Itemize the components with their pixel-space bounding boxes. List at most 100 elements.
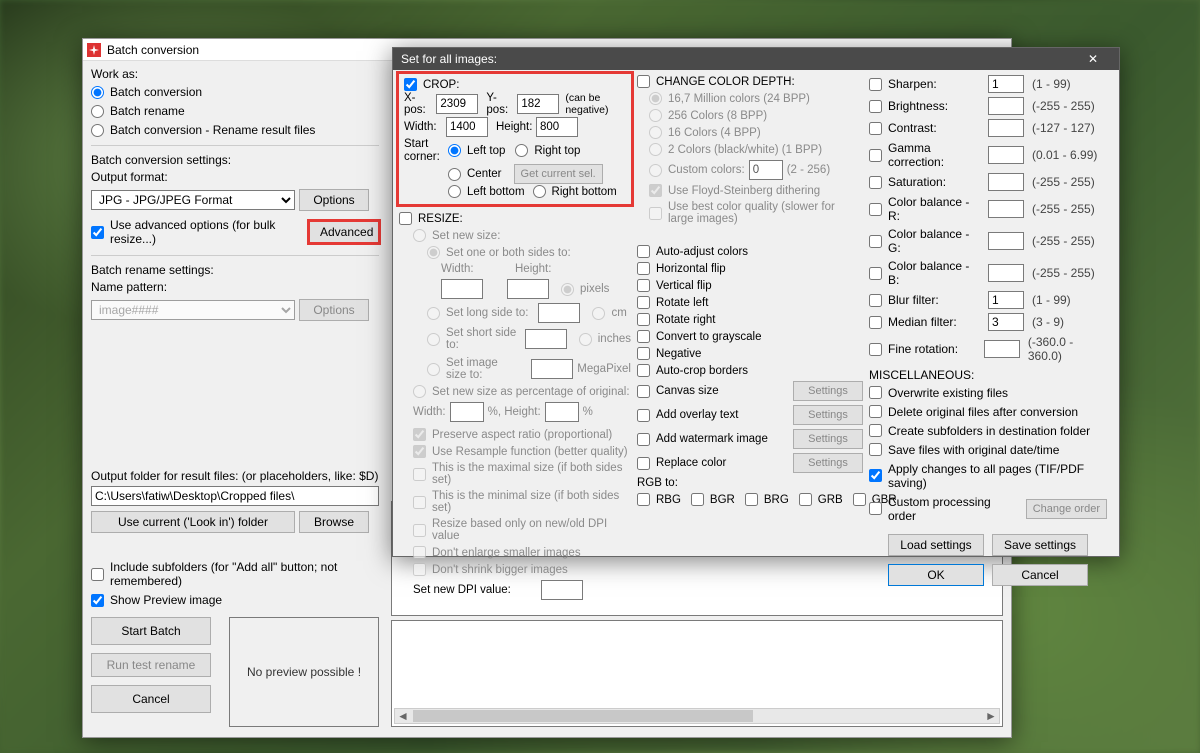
fine-input[interactable] [984,340,1020,358]
modal-titlebar[interactable]: Set for all images: ✕ [393,48,1119,70]
crop-check[interactable] [404,78,417,91]
use-advanced-check[interactable] [91,226,104,239]
cbr-input[interactable] [988,200,1024,218]
canvas-check[interactable] [637,385,650,398]
replace-check[interactable] [637,457,650,470]
vflip-check[interactable] [637,279,650,292]
autocrop-check[interactable] [637,364,650,377]
depth-16-label: 16 Colors (4 BPP) [668,127,761,139]
output-format-select[interactable]: JPG - JPG/JPEG Format [91,190,295,210]
modal-cancel-button[interactable]: Cancel [992,564,1088,586]
radio-batch-conv-rename[interactable] [91,124,104,137]
horizontal-scrollbar[interactable]: ◄ ► [394,708,1000,724]
cbg-input[interactable] [988,232,1024,250]
blur-input[interactable] [988,291,1024,309]
brg-check[interactable] [745,493,758,506]
depth-256-label: 256 Colors (8 BPP) [668,110,767,122]
saturation-input[interactable] [988,173,1024,191]
gray-check[interactable] [637,330,650,343]
hflip-check[interactable] [637,262,650,275]
grb-check[interactable] [799,493,812,506]
output-folder-label: Output folder for result files: (or plac… [91,469,379,483]
depth-24-radio [649,92,662,105]
resize-check[interactable] [399,212,412,225]
rbg-label: RBG [656,494,681,506]
blur-check[interactable] [869,294,882,307]
load-settings-button[interactable]: Load settings [888,534,984,556]
allpages-label: Apply changes to all pages (TIF/PDF savi… [888,462,1107,490]
overlay-check[interactable] [637,409,650,422]
corner-lt-label: Left top [467,145,505,157]
cbg-check[interactable] [869,235,882,248]
cbb-check[interactable] [869,267,882,280]
browse-button[interactable]: Browse [299,511,369,533]
brightness-input[interactable] [988,97,1024,115]
ypos-input[interactable] [517,94,559,114]
gray-label: Convert to grayscale [656,331,761,343]
name-pattern-select[interactable]: image#### [91,300,295,320]
watermark-check[interactable] [637,433,650,446]
corner-rb-radio[interactable] [533,185,546,198]
include-subfolders-check[interactable] [91,568,104,581]
output-folder-input[interactable] [91,486,379,506]
median-check[interactable] [869,316,882,329]
dpi-based-label: Resize based only on new/old DPI value [432,518,631,542]
depth-check[interactable] [637,75,650,88]
corner-rt-radio[interactable] [515,144,528,157]
corner-center-radio[interactable] [448,168,461,181]
subfolders-check[interactable] [869,424,882,437]
rotr-check[interactable] [637,313,650,326]
save-settings-button[interactable]: Save settings [992,534,1088,556]
radio-batch-rename[interactable] [91,105,104,118]
saturation-check[interactable] [869,176,882,189]
median-input[interactable] [988,313,1024,331]
options-button[interactable]: Options [299,189,369,211]
xpos-input[interactable] [436,94,478,114]
allpages-check[interactable] [869,469,882,482]
hflip-label: Horizontal flip [656,263,726,275]
savedate-check[interactable] [869,443,882,456]
crop-height-input[interactable] [536,117,578,137]
custom-order-check[interactable] [869,502,882,515]
cbb-input[interactable] [988,264,1024,282]
advanced-button[interactable]: Advanced [309,221,379,243]
fine-check[interactable] [869,343,882,356]
overwrite-check[interactable] [869,386,882,399]
radio-batch-conversion[interactable] [91,86,104,99]
scroll-right-icon[interactable]: ► [983,709,999,723]
set-for-all-images-dialog: Set for all images: ✕ CROP: X-pos: Y-pos… [392,47,1120,557]
height-pct-input [545,402,579,422]
sharpen-input[interactable] [988,75,1024,93]
dpi-input[interactable] [541,580,583,600]
start-batch-button[interactable]: Start Batch [91,617,211,645]
vflip-label: Vertical flip [656,280,712,292]
brightness-check[interactable] [869,100,882,113]
ok-button[interactable]: OK [888,564,984,586]
scroll-thumb[interactable] [413,710,753,722]
crop-width-input[interactable] [446,117,488,137]
bgr-check[interactable] [691,493,704,506]
rotl-check[interactable] [637,296,650,309]
rbg-check[interactable] [637,493,650,506]
cancel-button[interactable]: Cancel [91,685,211,713]
contrast-input[interactable] [988,119,1024,137]
use-current-button[interactable]: Use current ('Look in') folder [91,511,295,533]
scroll-left-icon[interactable]: ◄ [395,709,411,723]
gbr-check[interactable] [853,493,866,506]
fs-check [649,184,662,197]
neg-check[interactable] [637,347,650,360]
units-in-radio [579,333,592,346]
delete-check[interactable] [869,405,882,418]
gamma-input[interactable] [988,146,1024,164]
show-preview-check[interactable] [91,594,104,607]
contrast-check[interactable] [869,122,882,135]
close-icon[interactable]: ✕ [1075,52,1111,66]
cbr-check[interactable] [869,203,882,216]
sharpen-check[interactable] [869,78,882,91]
rotl-label: Rotate left [656,297,708,309]
corner-lt-radio[interactable] [448,144,461,157]
corner-lb-radio[interactable] [448,185,461,198]
gamma-check[interactable] [869,149,882,162]
auto-adjust-check[interactable] [637,245,650,258]
width-pct-label: Width: [413,406,446,418]
